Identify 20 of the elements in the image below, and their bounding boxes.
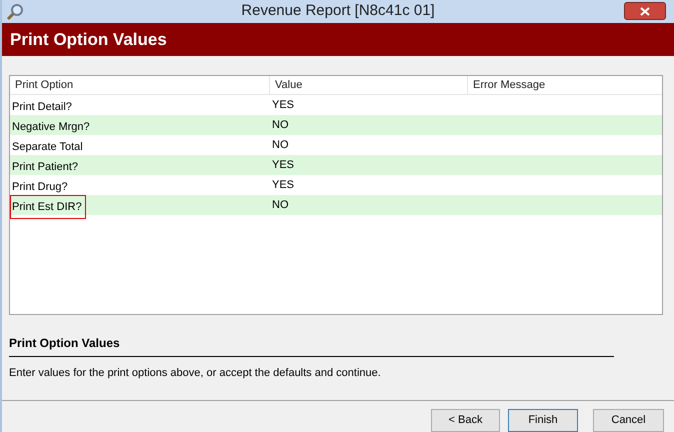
- table-cell-text: NO: [272, 118, 288, 133]
- close-button[interactable]: [624, 2, 666, 20]
- column-header[interactable]: Error Message: [468, 76, 662, 94]
- table-cell-text: YES: [272, 158, 294, 173]
- close-icon: [640, 6, 650, 16]
- column-header[interactable]: Value: [270, 76, 468, 94]
- table-cell-text: YES: [272, 178, 294, 193]
- dialog-button[interactable]: < Back: [431, 409, 500, 432]
- magnifier-icon: [6, 3, 24, 21]
- window-title: Revenue Report [N8c41c 01]: [241, 1, 435, 21]
- table-cell-text: NO: [272, 198, 288, 213]
- page-heading: Print Option Values: [10, 28, 167, 50]
- help-text: Enter values for the print options above, or accept the defaults and continue.: [9, 367, 381, 379]
- help-title: Print Option Values: [9, 336, 120, 350]
- dialog-button[interactable]: Cancel: [593, 409, 664, 432]
- table-cell[interactable]: Print Est DIR?: [10, 195, 86, 219]
- dialog-button[interactable]: Finish: [508, 409, 578, 432]
- column-header[interactable]: Print Option: [10, 76, 270, 94]
- table-cell-text: YES: [272, 98, 294, 113]
- table-cell-text: NO: [272, 138, 288, 153]
